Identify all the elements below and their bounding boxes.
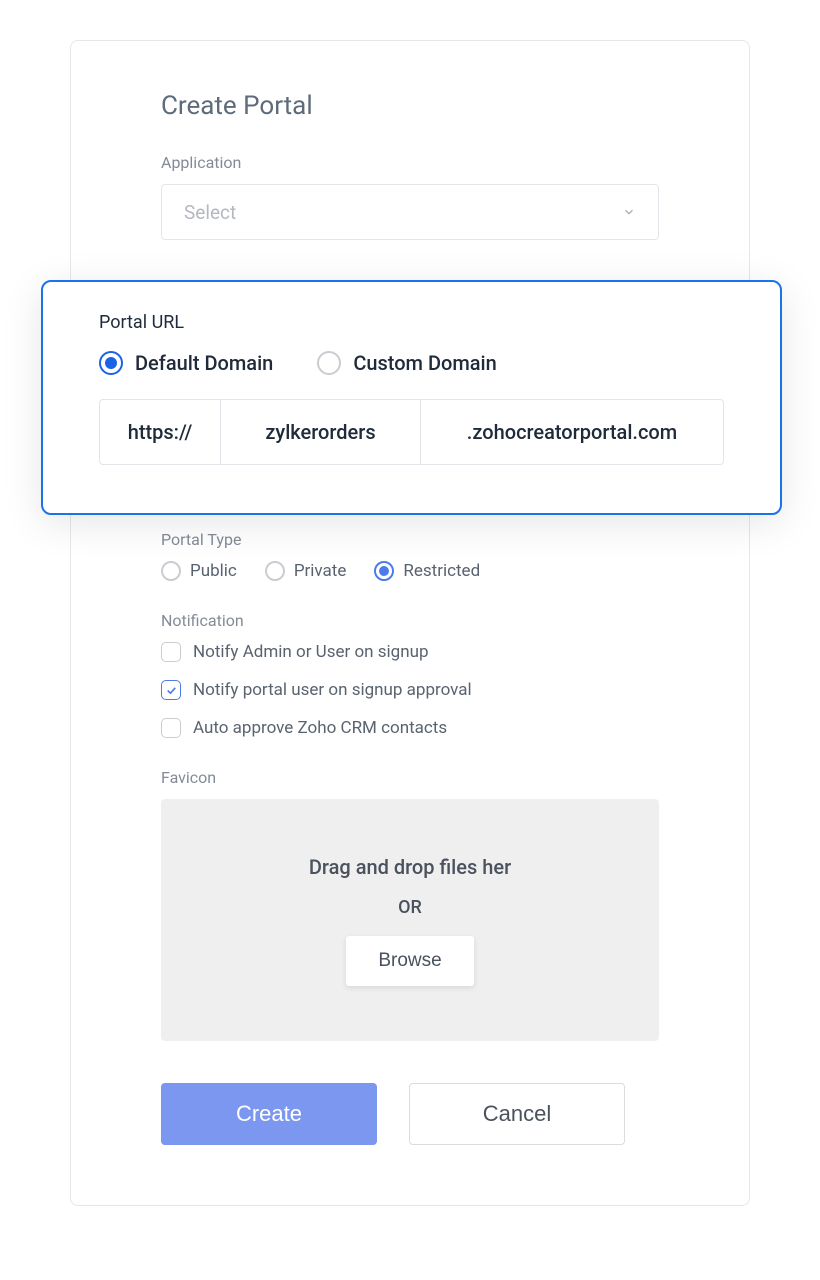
portal-type-radio-group: Public Private Restricted	[161, 561, 659, 581]
checkbox-label: Notify portal user on signup approval	[193, 680, 472, 700]
cancel-button[interactable]: Cancel	[409, 1083, 625, 1145]
checkbox-icon	[161, 642, 181, 662]
page-title: Create Portal	[161, 91, 659, 121]
create-button[interactable]: Create	[161, 1083, 377, 1145]
portal-type-label: Portal Type	[161, 530, 659, 549]
url-scheme: https://	[100, 400, 220, 464]
action-buttons: Create Cancel	[161, 1083, 659, 1145]
notify-user-approval-checkbox[interactable]: Notify portal user on signup approval	[161, 680, 659, 700]
checkbox-label: Notify Admin or User on signup	[193, 642, 429, 662]
radio-label: Private	[294, 561, 347, 581]
url-domain: .zohocreatorportal.com	[420, 400, 723, 464]
chevron-down-icon	[622, 205, 636, 219]
radio-label: Restricted	[403, 561, 480, 581]
portal-url-label: Portal URL	[99, 312, 724, 333]
portal-type-section: Portal Type Public Private Restricted	[161, 530, 659, 581]
favicon-section: Favicon Drag and drop files her OR Brows…	[161, 768, 659, 1041]
notify-admin-checkbox[interactable]: Notify Admin or User on signup	[161, 642, 659, 662]
browse-button[interactable]: Browse	[346, 936, 473, 986]
favicon-dropzone[interactable]: Drag and drop files her OR Browse	[161, 799, 659, 1041]
domain-radio-group: Default Domain Custom Domain	[99, 351, 724, 375]
application-placeholder: Select	[184, 201, 236, 224]
default-domain-radio[interactable]: Default Domain	[99, 351, 273, 375]
portal-type-private-radio[interactable]: Private	[265, 561, 347, 581]
url-subdomain-input[interactable]: zylkerorders	[220, 400, 420, 464]
radio-label: Public	[190, 561, 237, 581]
portal-url-input: https:// zylkerorders .zohocreatorportal…	[99, 399, 724, 465]
checkbox-label: Auto approve Zoho CRM contacts	[193, 718, 447, 738]
radio-label: Custom Domain	[353, 351, 496, 375]
custom-domain-radio[interactable]: Custom Domain	[317, 351, 496, 375]
portal-type-restricted-radio[interactable]: Restricted	[374, 561, 480, 581]
application-section: Application Select	[161, 153, 659, 240]
favicon-label: Favicon	[161, 768, 659, 787]
notification-section: Notification Notify Admin or User on sig…	[161, 611, 659, 738]
checkbox-icon	[161, 718, 181, 738]
radio-label: Default Domain	[135, 351, 273, 375]
radio-icon	[265, 561, 285, 581]
portal-url-section: Portal URL Default Domain Custom Domain …	[41, 280, 782, 515]
notification-label: Notification	[161, 611, 659, 630]
dropzone-text: Drag and drop files her	[309, 855, 511, 879]
radio-icon	[374, 561, 394, 581]
application-select[interactable]: Select	[161, 184, 659, 240]
create-portal-form: Create Portal Application Select Portal …	[70, 40, 750, 1206]
radio-icon	[317, 351, 341, 375]
radio-icon	[161, 561, 181, 581]
portal-type-public-radio[interactable]: Public	[161, 561, 237, 581]
checkbox-icon	[161, 680, 181, 700]
application-label: Application	[161, 153, 659, 172]
dropzone-or: OR	[398, 897, 422, 918]
radio-icon	[99, 351, 123, 375]
auto-approve-checkbox[interactable]: Auto approve Zoho CRM contacts	[161, 718, 659, 738]
